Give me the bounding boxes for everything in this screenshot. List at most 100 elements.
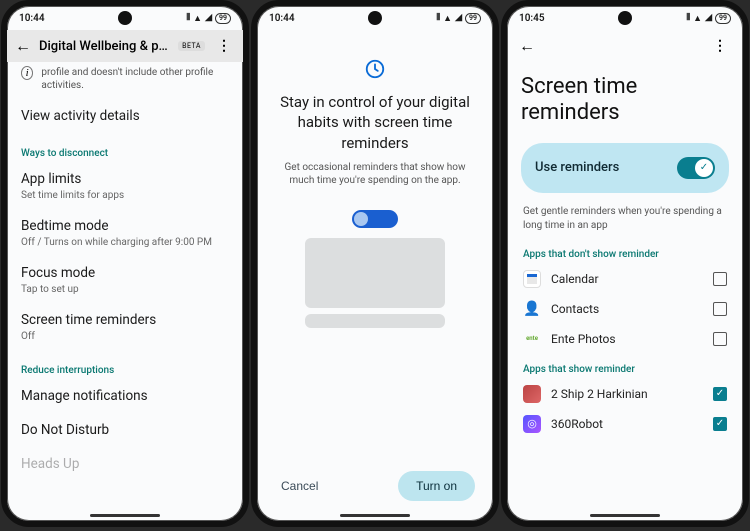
row-title: Bedtime mode — [21, 218, 229, 236]
vibrate-icon: ⫴ — [686, 13, 690, 23]
signal-icon: ◢ — [705, 13, 712, 23]
wifi-icon: ▲ — [193, 13, 202, 24]
row-title: View activity details — [21, 106, 229, 126]
manage-notifications-row[interactable]: Manage notifications — [21, 380, 229, 414]
row-subtitle: Off / Turns on while charging after 9:00… — [21, 236, 229, 249]
info-text: profile and doesn't include other profil… — [41, 66, 229, 92]
section-apps-yes-reminder: Apps that show reminder — [521, 354, 729, 379]
wifi-icon: ▲ — [693, 13, 702, 24]
signal-icon: ◢ — [205, 13, 212, 23]
turn-on-button[interactable]: Turn on — [398, 471, 475, 501]
contacts-app-icon: 👤 — [523, 300, 541, 318]
app-row-360robot[interactable]: ◎ 360Robot ✓ — [521, 409, 729, 439]
battery-icon: 99 — [215, 13, 231, 24]
app-name: Calendar — [551, 272, 703, 286]
app-row-contacts[interactable]: 👤 Contacts — [521, 294, 729, 324]
overflow-menu-icon[interactable]: ⋮ — [213, 38, 235, 54]
calendar-app-icon — [523, 270, 541, 288]
row-title: Manage notifications — [21, 388, 229, 406]
settings-list[interactable]: i profile and doesn't include other prof… — [7, 62, 243, 482]
vibrate-icon: ⫴ — [186, 13, 190, 23]
row-title: Screen time reminders — [21, 312, 229, 330]
toggle-knob-on: ✓ — [695, 159, 713, 177]
row-subtitle: Tap to set up — [21, 283, 229, 296]
illustration — [305, 210, 445, 328]
app-limits-row[interactable]: App limits Set time limits for apps — [21, 163, 229, 210]
intro-subtext: Get occasional reminders that show how m… — [275, 161, 475, 188]
reminders-description: Get gentle reminders when you're spendin… — [521, 193, 729, 239]
app-row-2ship[interactable]: 2 Ship 2 Harkinian ✓ — [521, 379, 729, 409]
ente-app-icon: ente — [523, 330, 541, 348]
app-bar: ← ⋮ — [507, 30, 743, 56]
row-title: Focus mode — [21, 265, 229, 283]
bedtime-mode-row[interactable]: Bedtime mode Off / Turns on while chargi… — [21, 210, 229, 257]
placeholder-box — [305, 238, 445, 308]
app-row-calendar[interactable]: Calendar — [521, 264, 729, 294]
checkbox-unchecked[interactable] — [713, 302, 727, 316]
status-icons: ⫴ ▲ ◢ 99 — [186, 13, 231, 24]
vibrate-icon: ⫴ — [436, 13, 440, 23]
clock-icon — [364, 58, 386, 80]
do-not-disturb-row[interactable]: Do Not Disturb — [21, 414, 229, 448]
row-title: Heads Up — [21, 456, 229, 474]
cancel-button[interactable]: Cancel — [275, 471, 324, 501]
info-icon: i — [21, 66, 33, 80]
reminders-content[interactable]: Screen time reminders Use reminders ✓ Ge… — [507, 56, 743, 439]
app-name: Ente Photos — [551, 332, 703, 346]
wifi-icon: ▲ — [443, 13, 452, 24]
checkbox-unchecked[interactable] — [713, 332, 727, 346]
app-bar: ← Digital Wellbeing & p… BETA ⋮ — [7, 30, 243, 62]
phone-digital-wellbeing: 10:44 ⫴ ▲ ◢ 99 ← Digital Wellbeing & p… … — [1, 0, 249, 527]
use-reminders-card[interactable]: Use reminders ✓ — [521, 143, 729, 193]
status-time: 10:44 — [269, 13, 295, 24]
info-banner: i profile and doesn't include other prof… — [21, 62, 229, 98]
status-icons: ⫴ ▲ ◢ 99 — [686, 13, 731, 24]
page-title: Digital Wellbeing & p… — [39, 39, 170, 54]
section-ways-to-disconnect: Ways to disconnect — [21, 134, 229, 163]
status-time: 10:45 — [519, 13, 545, 24]
app-name: 2 Ship 2 Harkinian — [551, 387, 703, 401]
section-reduce-interruptions: Reduce interruptions — [21, 351, 229, 380]
intro-content: Stay in control of your digital habits w… — [257, 30, 493, 521]
overflow-menu-icon[interactable]: ⋮ — [709, 38, 731, 54]
intro-headline: Stay in control of your digital habits w… — [275, 92, 475, 153]
back-icon[interactable]: ← — [15, 36, 31, 56]
phone-reminders-settings: 10:45 ⫴ ▲ ◢ 99 ← ⋮ Screen time reminders… — [501, 0, 749, 527]
battery-icon: 99 — [465, 13, 481, 24]
screen-time-reminders-row[interactable]: Screen time reminders Off — [21, 304, 229, 351]
row-subtitle: Off — [21, 330, 229, 343]
gesture-bar[interactable] — [90, 514, 160, 517]
camera-notch — [118, 11, 132, 25]
use-reminders-label: Use reminders — [535, 160, 619, 175]
checkbox-unchecked[interactable] — [713, 272, 727, 286]
app-row-ente[interactable]: ente Ente Photos — [521, 324, 729, 354]
section-apps-no-reminder: Apps that don't show reminder — [521, 239, 729, 264]
focus-mode-row[interactable]: Focus mode Tap to set up — [21, 257, 229, 304]
checkbox-checked[interactable]: ✓ — [713, 417, 727, 431]
gesture-bar[interactable] — [340, 514, 410, 517]
row-title: App limits — [21, 171, 229, 189]
back-icon[interactable]: ← — [519, 36, 535, 56]
app-name: Contacts — [551, 302, 703, 316]
use-reminders-toggle[interactable]: ✓ — [677, 157, 715, 179]
camera-notch — [368, 11, 382, 25]
robot-app-icon: ◎ — [523, 415, 541, 433]
gesture-bar[interactable] — [590, 514, 660, 517]
button-row: Cancel Turn on — [257, 471, 493, 501]
beta-badge: BETA — [178, 41, 205, 51]
toggle-illustration — [352, 210, 398, 228]
phone-reminders-intro: 10:44 ⫴ ▲ ◢ 99 Stay in control of your d… — [251, 0, 499, 527]
checkbox-checked[interactable]: ✓ — [713, 387, 727, 401]
camera-notch — [618, 11, 632, 25]
heads-up-row[interactable]: Heads Up — [21, 448, 229, 482]
status-time: 10:44 — [19, 13, 45, 24]
page-title: Screen time reminders — [521, 56, 729, 143]
view-activity-row[interactable]: View activity details — [21, 98, 229, 134]
ship-app-icon — [523, 385, 541, 403]
row-subtitle: Set time limits for apps — [21, 189, 229, 202]
signal-icon: ◢ — [455, 13, 462, 23]
row-title: Do Not Disturb — [21, 422, 229, 440]
status-icons: ⫴ ▲ ◢ 99 — [436, 13, 481, 24]
app-name: 360Robot — [551, 417, 703, 431]
battery-icon: 99 — [715, 13, 731, 24]
